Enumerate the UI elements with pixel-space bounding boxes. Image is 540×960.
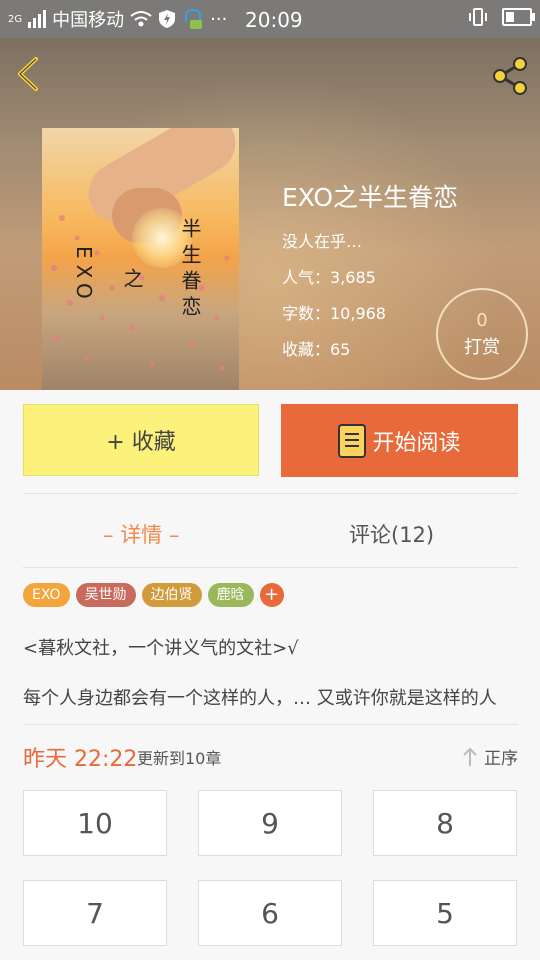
battery-icon bbox=[502, 8, 535, 26]
favorites-label: + 收藏 bbox=[106, 430, 176, 455]
update-text: 更新到10章 bbox=[137, 749, 222, 768]
tag-list: EXO 吴世勋 边伯贤 鹿晗 + bbox=[23, 583, 284, 607]
sort-order-button[interactable]: 正序 bbox=[462, 744, 518, 769]
book-icon bbox=[338, 423, 367, 458]
chapter-button[interactable]: 7 bbox=[23, 880, 167, 946]
add-tag-button[interactable]: + bbox=[259, 583, 284, 607]
chapter-button[interactable]: 9 bbox=[198, 790, 342, 856]
divider bbox=[23, 724, 518, 725]
tag-item[interactable]: EXO bbox=[23, 583, 70, 607]
book-popularity: 人气：3,685 bbox=[282, 268, 376, 287]
book-word-count: 字数：10,968 bbox=[282, 304, 386, 323]
app-notification-icon bbox=[185, 8, 203, 29]
cover-text-zhi: 之 bbox=[120, 268, 144, 294]
divider bbox=[23, 567, 518, 568]
start-reading-label: 开始阅读 bbox=[372, 430, 461, 456]
chapter-button[interactable]: 6 bbox=[198, 880, 342, 946]
tip-button[interactable]: 0 打赏 bbox=[436, 288, 528, 380]
tag-item[interactable]: 鹿晗 bbox=[207, 583, 254, 607]
chapter-button[interactable]: 5 bbox=[373, 880, 517, 946]
status-bar: 2G 中国移动 ··· 20:09 bbox=[0, 0, 540, 38]
network-type: 2G bbox=[8, 13, 23, 25]
shield-icon bbox=[159, 10, 176, 28]
book-info: EXO之半生眷恋 没人在乎… 人气：3,685 字数：10,968 收藏：65 bbox=[282, 178, 458, 372]
wifi-icon bbox=[130, 11, 152, 27]
book-title: EXO之半生眷恋 bbox=[282, 183, 459, 212]
description-line-1: <暮秋文社，一个讲义气的文社>√ bbox=[23, 638, 299, 659]
signal-icon bbox=[28, 10, 47, 28]
arrow-up-icon bbox=[463, 747, 477, 766]
cover-text-title: 半生眷恋 bbox=[178, 218, 202, 322]
description-line-2[interactable]: 每个人身边都会有一个这样的人，… 又或许你就是这样的人 bbox=[23, 684, 518, 710]
tip-count: 0 bbox=[476, 310, 488, 331]
more-notifications-icon: ··· bbox=[210, 8, 228, 30]
add-to-favorites-button[interactable]: + 收藏 bbox=[23, 404, 259, 476]
update-time: 昨天 22:22 bbox=[23, 747, 138, 772]
book-favorites: 收藏：65 bbox=[282, 340, 351, 359]
tag-item[interactable]: 吴世勋 bbox=[75, 583, 136, 607]
clock: 20:09 bbox=[245, 8, 303, 32]
back-icon[interactable] bbox=[14, 56, 44, 92]
book-cover[interactable]: EXO 之 半生眷恋 bbox=[42, 128, 239, 390]
sort-label: 正序 bbox=[484, 749, 518, 769]
vibrate-icon bbox=[469, 8, 487, 26]
carrier-name: 中国移动 bbox=[52, 10, 125, 31]
chapter-button[interactable]: 8 bbox=[373, 790, 517, 856]
divider bbox=[23, 493, 518, 494]
tab-comments[interactable]: 评论(12) bbox=[349, 519, 434, 549]
share-icon[interactable] bbox=[490, 56, 530, 96]
tab-detail[interactable]: – 详情 – bbox=[103, 519, 179, 549]
chapter-button[interactable]: 10 bbox=[23, 790, 167, 856]
start-reading-button[interactable]: 开始阅读 bbox=[281, 404, 518, 477]
book-author[interactable]: 没人在乎… bbox=[282, 228, 458, 252]
cover-text-exo: EXO bbox=[72, 246, 96, 305]
tip-label: 打赏 bbox=[464, 337, 500, 358]
book-header: EXO 之 半生眷恋 EXO之半生眷恋 没人在乎… 人气：3,685 字数：10… bbox=[0, 38, 540, 390]
tag-item[interactable]: 边伯贤 bbox=[141, 583, 202, 607]
